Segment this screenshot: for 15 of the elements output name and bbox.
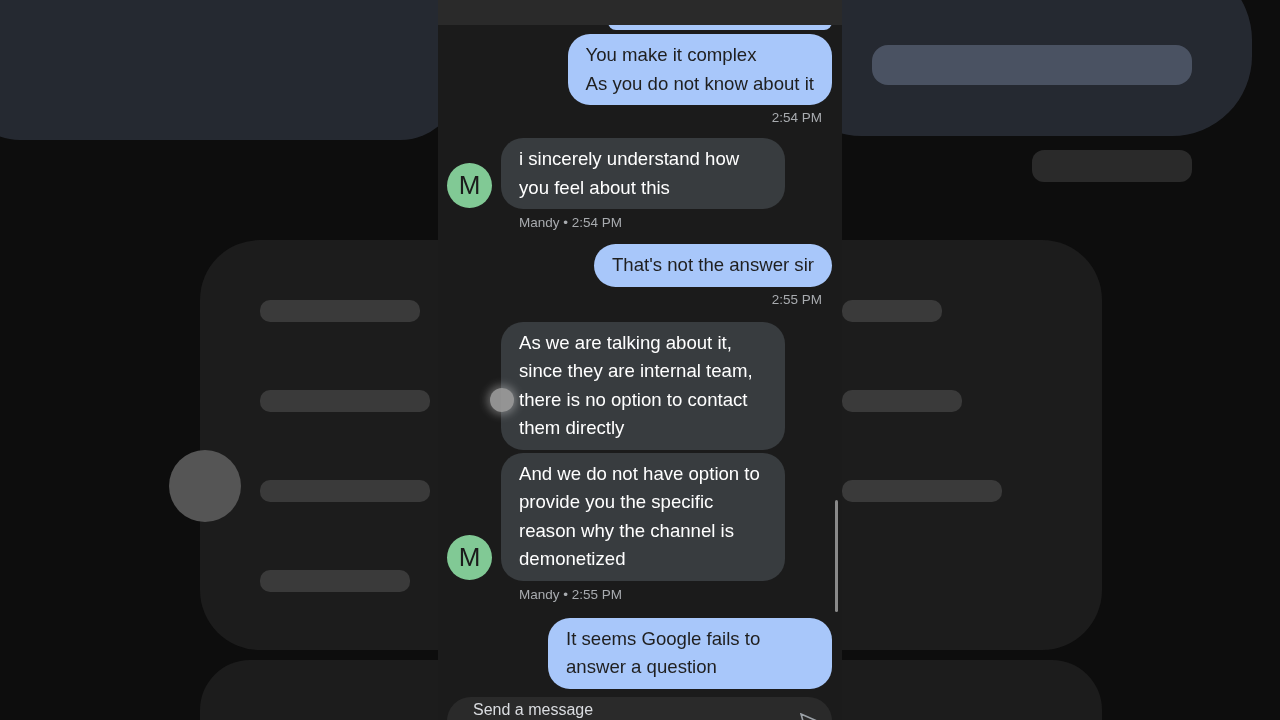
avatar: M [447,534,492,580]
message-bubble: As we are talking about it, since they are internal team, there is no option to contact them directly [501,321,785,450]
message-bubble: i sincerely understand how you feel about this [501,138,785,209]
scroll-bar[interactable] [835,500,838,612]
message-bubble: You make it complex As you do not know about it [567,34,832,105]
sender-timestamp: Mandy • 2:54 PM [519,215,624,230]
message-field[interactable]: Send a message [447,697,832,720]
avatar: M [447,163,492,208]
touch-indicator-icon [490,388,514,412]
timestamp: 2:55 PM [771,291,822,307]
timestamp: 2:54 PM [771,110,822,125]
sender-timestamp: Mandy • 2:55 PM [519,586,624,602]
message-bubble: It seems Google fails to answer a question [548,617,832,689]
message-bubble: And we do not have option to provide you the specific reason why the channel is demonetized [501,452,785,581]
message-bubble: That's not the answer sir [594,244,832,287]
